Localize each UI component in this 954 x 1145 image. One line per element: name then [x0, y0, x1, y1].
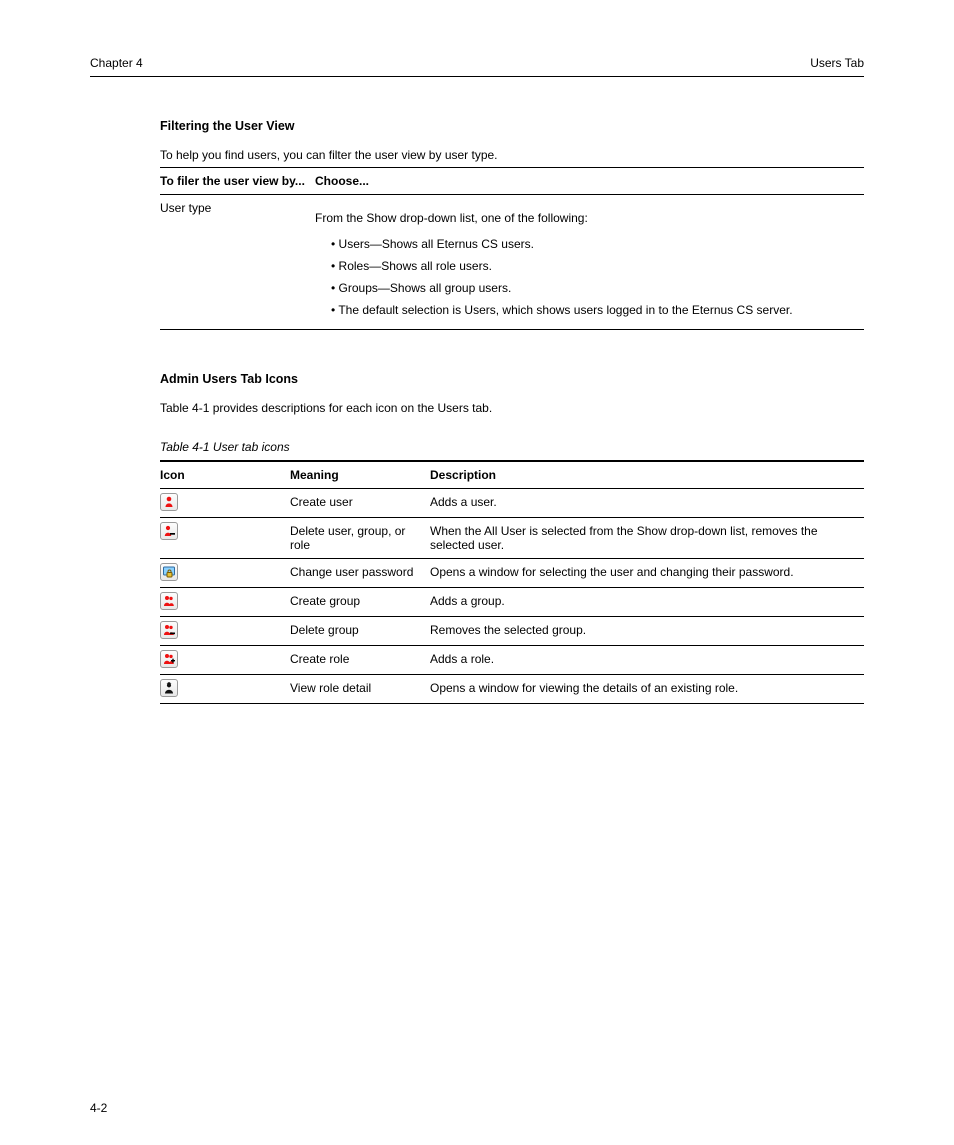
icon-meaning: Create group [290, 588, 430, 617]
people-icon [160, 592, 178, 610]
running-header: Chapter 4 Users Tab [90, 56, 864, 70]
filter-cell-choose: From the Show drop-down list, one of the… [315, 195, 864, 330]
table-caption: Table 4-1 User tab icons [160, 440, 864, 454]
filter-cell-type: User type [160, 195, 315, 330]
icon-description: Adds a role. [430, 646, 864, 675]
runhead-section: Users Tab [810, 56, 864, 70]
icon-description: Opens a window for viewing the details o… [430, 675, 864, 704]
section-title-icons: Admin Users Tab Icons [160, 372, 864, 386]
icon-row: View role detailOpens a window for viewi… [160, 675, 864, 704]
people-plus-icon [160, 650, 178, 668]
filter-table: To filer the user view by... Choose... U… [160, 167, 864, 330]
icon-row: Change user passwordOpens a window for s… [160, 559, 864, 588]
section-intro-icons: Table 4-1 provides descriptions for each… [160, 400, 864, 416]
section-intro-filtering: To help you find users, you can filter t… [160, 147, 864, 163]
icon-table: Icon Meaning Description Create userAdds… [160, 460, 864, 704]
icon-th-mean: Meaning [290, 461, 430, 489]
filter-row: User type From the Show drop-down list, … [160, 195, 864, 330]
icon-row: Create roleAdds a role. [160, 646, 864, 675]
people-minus-icon [160, 621, 178, 639]
icon-row: Delete groupRemoves the selected group. [160, 617, 864, 646]
lock-icon [160, 563, 178, 581]
filter-th-b: Choose... [315, 168, 864, 195]
icon-row: Create groupAdds a group. [160, 588, 864, 617]
icon-meaning: Delete group [290, 617, 430, 646]
filter-bullet-groups: Groups—Shows all group users. [331, 279, 856, 297]
runhead-rule [90, 76, 864, 77]
icon-meaning: Create user [290, 489, 430, 518]
filter-bullet-users: Users—Shows all Eternus CS users. [331, 235, 856, 253]
filter-bullet-default: The default selection is Users, which sh… [331, 301, 856, 319]
icon-description: Adds a user. [430, 489, 864, 518]
icon-row: Create userAdds a user. [160, 489, 864, 518]
icon-row: Delete user, group, or roleWhen the All … [160, 518, 864, 559]
filter-bullet-roles: Roles—Shows all role users. [331, 257, 856, 275]
person-icon [160, 493, 178, 511]
icon-meaning: Change user password [290, 559, 430, 588]
icon-description: Removes the selected group. [430, 617, 864, 646]
icon-cell [160, 588, 290, 617]
icon-cell [160, 559, 290, 588]
role-icon [160, 679, 178, 697]
icon-description: Opens a window for selecting the user an… [430, 559, 864, 588]
page-number: 4-2 [90, 1101, 107, 1115]
icon-th-icon: Icon [160, 461, 290, 489]
section-title-filtering: Filtering the User View [160, 119, 864, 133]
runhead-chapter: Chapter 4 [90, 56, 143, 70]
icon-description: When the All User is selected from the S… [430, 518, 864, 559]
person-minus-icon [160, 522, 178, 540]
icon-cell [160, 617, 290, 646]
icon-meaning: View role detail [290, 675, 430, 704]
icon-th-desc: Description [430, 461, 864, 489]
filter-choose-lead: From the Show drop-down list, one of the… [315, 209, 856, 227]
icon-meaning: Create role [290, 646, 430, 675]
icon-description: Adds a group. [430, 588, 864, 617]
filter-th-a: To filer the user view by... [160, 168, 315, 195]
icon-cell [160, 518, 290, 559]
icon-cell [160, 675, 290, 704]
icon-cell [160, 489, 290, 518]
icon-cell [160, 646, 290, 675]
icon-meaning: Delete user, group, or role [290, 518, 430, 559]
